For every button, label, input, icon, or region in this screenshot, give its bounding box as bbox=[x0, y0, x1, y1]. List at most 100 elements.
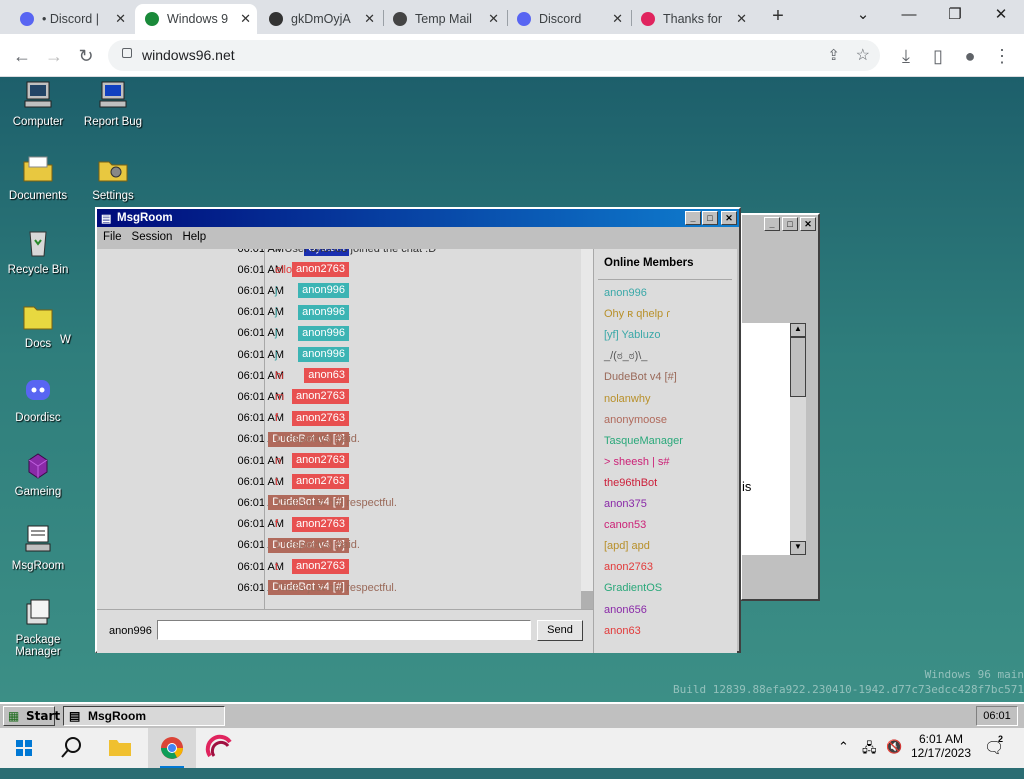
member-item[interactable]: [apd] apd bbox=[604, 540, 650, 552]
bookmark-star-icon[interactable]: ☆ bbox=[856, 45, 870, 65]
app-taskbar-icon[interactable] bbox=[196, 728, 244, 768]
menu-file[interactable]: File bbox=[103, 231, 122, 243]
restore-window-button[interactable]: ❐ bbox=[932, 0, 978, 32]
desktop-icon-gameing[interactable]: Gameing bbox=[0, 450, 76, 498]
start-button[interactable]: ▦ Start bbox=[3, 706, 60, 726]
member-item[interactable]: the96thBot bbox=[604, 477, 657, 489]
member-item[interactable]: anon63 bbox=[604, 625, 641, 637]
background-window-scrollbar[interactable]: ▲ ▼ bbox=[790, 323, 806, 555]
file-explorer-icon[interactable] bbox=[96, 728, 144, 768]
maximize-icon[interactable]: □ bbox=[702, 211, 718, 225]
search-icon[interactable] bbox=[48, 728, 96, 768]
chrome-taskbar-icon[interactable] bbox=[148, 728, 196, 768]
taskbar-item-msgroom[interactable]: ▤ MsgRoom bbox=[63, 706, 225, 726]
menu-session[interactable]: Session bbox=[132, 231, 173, 243]
volume-muted-icon[interactable]: 🔇 bbox=[886, 739, 902, 779]
menu-help[interactable]: Help bbox=[182, 231, 206, 243]
clock[interactable]: 6:01 AM 12/17/2023 bbox=[906, 732, 976, 772]
close-window-button[interactable]: ✕ bbox=[978, 0, 1024, 32]
back-icon[interactable]: ← bbox=[8, 42, 36, 70]
desktop-icon-computer[interactable]: Computer bbox=[0, 80, 76, 128]
member-item[interactable]: anon656 bbox=[604, 604, 647, 616]
browser-tab[interactable]: Temp Mail ✕ bbox=[383, 4, 505, 34]
share-icon[interactable]: ⇪ bbox=[827, 46, 840, 64]
desktop-icon-documents[interactable]: Documents bbox=[0, 154, 76, 202]
close-icon[interactable]: ✕ bbox=[800, 217, 816, 231]
message-username-badge[interactable]: anon996 bbox=[298, 325, 349, 341]
desktop-icon-partial[interactable]: W bbox=[60, 334, 90, 346]
message-username-badge[interactable]: anon2763 bbox=[292, 389, 349, 405]
download-icon[interactable]: ⤓ bbox=[892, 42, 920, 70]
member-item[interactable]: Ohy ʀ qhelp ɾ bbox=[604, 308, 670, 320]
member-item[interactable]: TasqueManager bbox=[604, 435, 683, 447]
desktop-icon-settings[interactable]: Settings bbox=[75, 154, 151, 202]
network-icon[interactable]: 🖧 bbox=[862, 739, 877, 779]
scroll-up-arrow-icon[interactable]: ▲ bbox=[790, 323, 806, 337]
desktop-icon-package-manager[interactable]: Package Manager bbox=[0, 598, 76, 658]
scroll-thumb[interactable] bbox=[790, 337, 806, 397]
message-username-badge[interactable]: anon2763 bbox=[292, 516, 349, 532]
member-item[interactable]: _/(ಠ_ಠ)\_ bbox=[604, 350, 647, 363]
new-tab-button[interactable]: + bbox=[766, 4, 790, 30]
desktop-icon-recycle-bin[interactable]: Recycle Bin bbox=[0, 228, 76, 276]
message-username-badge[interactable]: anon63 bbox=[304, 368, 349, 384]
clock-date: 12/17/2023 bbox=[910, 746, 972, 760]
msgroom-window[interactable]: ▤ MsgRoom _ □ ✕ File Session Help 06:01 … bbox=[95, 207, 741, 653]
background-window[interactable]: _ □ ✕ is ▲ ▼ bbox=[740, 213, 820, 601]
chat-log[interactable]: 06:01 AMSystem> User anon63 joined the c… bbox=[97, 249, 593, 609]
message-username-badge[interactable]: anon996 bbox=[298, 347, 349, 362]
member-item[interactable]: anonymoose bbox=[604, 414, 667, 426]
forward-icon[interactable]: → bbox=[40, 42, 68, 70]
close-tab-icon[interactable]: ✕ bbox=[240, 11, 251, 27]
close-tab-icon[interactable]: ✕ bbox=[612, 11, 623, 27]
member-item[interactable]: anon996 bbox=[604, 287, 647, 299]
send-button[interactable]: Send bbox=[537, 620, 583, 641]
close-tab-icon[interactable]: ✕ bbox=[115, 11, 126, 27]
scroll-down-arrow-icon[interactable]: ▼ bbox=[790, 541, 806, 555]
close-icon[interactable]: ✕ bbox=[721, 211, 737, 225]
close-tab-icon[interactable]: ✕ bbox=[488, 11, 499, 27]
minimize-icon[interactable]: _ bbox=[764, 217, 780, 231]
message-username-badge[interactable]: anon2763 bbox=[292, 410, 349, 426]
minimize-icon[interactable]: _ bbox=[685, 211, 701, 225]
member-item[interactable]: [yf] Yabluzo bbox=[604, 329, 660, 341]
browser-tab[interactable]: Windows 9 ✕ bbox=[135, 4, 257, 34]
message-username-badge[interactable]: anon996 bbox=[298, 304, 349, 320]
minimize-window-button[interactable]: — bbox=[886, 0, 932, 32]
profile-avatar-icon[interactable]: ● bbox=[956, 42, 984, 70]
msgroom-titlebar[interactable]: ▤ MsgRoom _ □ ✕ bbox=[97, 209, 739, 227]
scroll-thumb[interactable] bbox=[581, 591, 593, 609]
tray-chevron-icon[interactable]: ⌃ bbox=[838, 739, 849, 779]
member-item[interactable]: nolanwhy bbox=[604, 393, 650, 405]
kebab-menu-icon[interactable]: ⋮ bbox=[988, 42, 1016, 70]
member-item[interactable]: anon375 bbox=[604, 498, 647, 510]
member-item[interactable]: > sheesh | s# bbox=[604, 456, 670, 468]
maximize-icon[interactable]: □ bbox=[782, 217, 798, 231]
browser-tab[interactable]: Thanks for ✕ bbox=[631, 4, 753, 34]
desktop-icon-msgroom[interactable]: MsgRoom bbox=[0, 524, 76, 572]
message-input[interactable] bbox=[157, 620, 531, 640]
member-item[interactable]: canon53 bbox=[604, 519, 646, 531]
side-panel-icon[interactable]: ▯ bbox=[924, 42, 952, 70]
address-bar[interactable]: windows96.net ⇪ ☆ bbox=[108, 40, 880, 71]
close-tab-icon[interactable]: ✕ bbox=[736, 11, 747, 27]
member-item[interactable]: DudeBot v4 [#] bbox=[604, 371, 677, 383]
browser-tab[interactable]: • Discord | ✕ bbox=[10, 4, 132, 34]
chat-scrollbar[interactable] bbox=[581, 249, 593, 609]
tab-search-icon[interactable]: ⌄ bbox=[840, 0, 886, 32]
nickname-label[interactable]: anon996 bbox=[109, 625, 152, 637]
desktop-icon-doordisc[interactable]: Doordisc bbox=[0, 376, 76, 424]
windows-start-icon[interactable] bbox=[0, 728, 48, 768]
message-username-badge[interactable]: anon2763 bbox=[292, 262, 349, 278]
browser-tab[interactable]: gkDmOyjA ✕ bbox=[259, 4, 381, 34]
message-username-badge[interactable]: anon2763 bbox=[292, 559, 349, 574]
browser-tab[interactable]: Discord ✕ bbox=[507, 4, 629, 34]
reload-icon[interactable]: ↻ bbox=[72, 42, 100, 70]
close-tab-icon[interactable]: ✕ bbox=[364, 11, 375, 27]
desktop-icon-report-bug[interactable]: Report Bug bbox=[75, 80, 151, 128]
member-item[interactable]: GradientOS bbox=[604, 582, 662, 594]
member-item[interactable]: anon2763 bbox=[604, 561, 653, 573]
message-username-badge[interactable]: anon2763 bbox=[292, 453, 349, 468]
message-username-badge[interactable]: anon996 bbox=[298, 283, 349, 299]
message-username-badge[interactable]: anon2763 bbox=[292, 474, 349, 490]
